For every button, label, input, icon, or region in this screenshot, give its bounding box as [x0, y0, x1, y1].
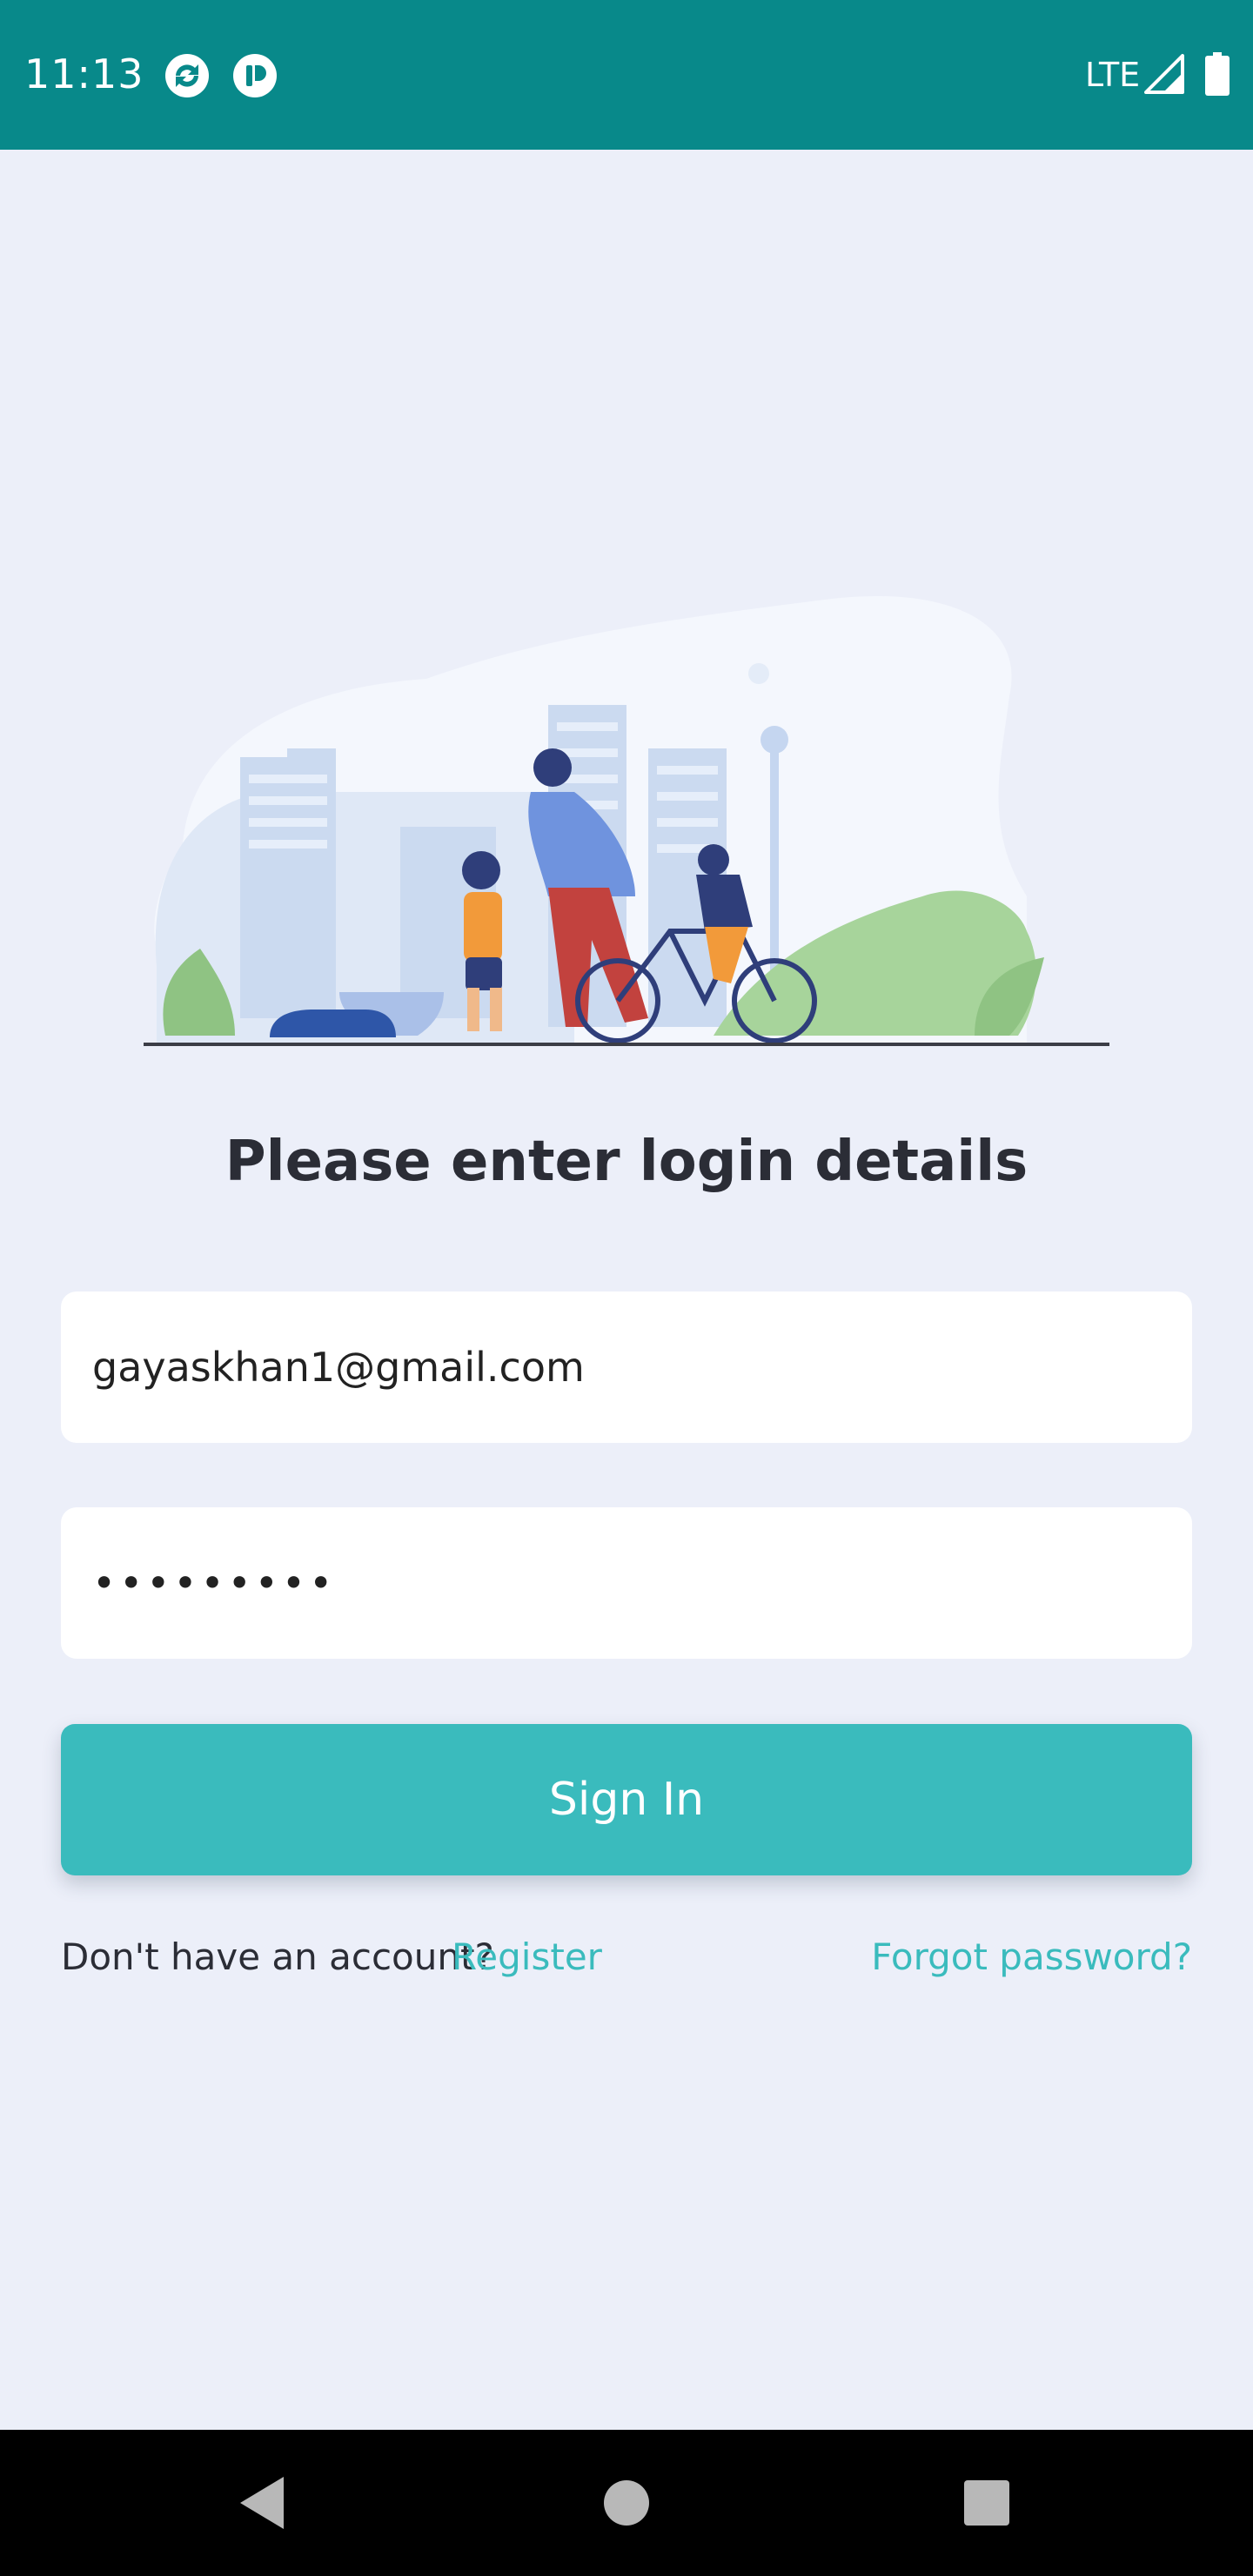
status-bar: 11:13 LTE	[0, 0, 1253, 150]
login-footer: Don't have an account? Register Forgot p…	[61, 1935, 1192, 1984]
hero-illustration	[144, 595, 1109, 1046]
register-link[interactable]: Register	[452, 1935, 602, 1978]
home-icon[interactable]	[592, 2468, 661, 2538]
sign-in-button[interactable]: Sign In	[61, 1724, 1192, 1875]
signal-icon	[1144, 54, 1184, 94]
network-type: LTE	[1085, 56, 1141, 94]
back-icon[interactable]	[228, 2468, 298, 2538]
navigation-bar	[0, 2430, 1253, 2576]
email-field[interactable]	[61, 1291, 1192, 1443]
forgot-password-link[interactable]: Forgot password?	[871, 1935, 1192, 1978]
page-title: Please enter login details	[224, 1130, 1029, 1194]
sync-app-icon	[165, 54, 209, 97]
battery-icon	[1205, 52, 1230, 96]
notification-app-icon	[233, 54, 277, 97]
no-account-text: Don't have an account?	[61, 1935, 494, 1978]
status-time: 11:13	[24, 50, 144, 97]
password-field[interactable]	[61, 1507, 1192, 1659]
recents-icon[interactable]	[952, 2468, 1022, 2538]
